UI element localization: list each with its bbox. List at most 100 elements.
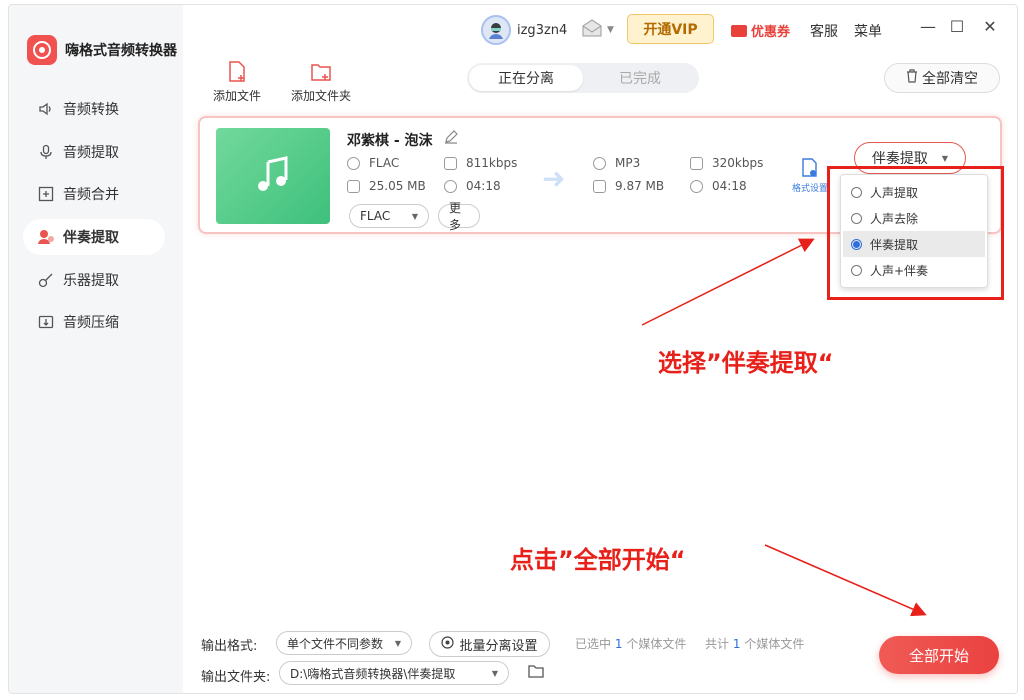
sidebar-item-label: 音频提取 [63, 144, 119, 161]
total-count: 共计 1 个媒体文件 [705, 635, 804, 652]
clock-icon [690, 179, 703, 193]
total-prefix: 共计 [705, 637, 730, 651]
add-folder-icon [311, 61, 331, 83]
add-file-icon [227, 61, 247, 83]
title-bar: izg3zn4 ▼ 开通VIP 优惠券 客服 菜单 — ☐ ✕ [183, 5, 1017, 55]
sidebar-item-audio-extract[interactable]: 音频提取 [23, 134, 165, 170]
customer-service-link[interactable]: 客服 [810, 21, 838, 41]
app-branding: 嗨格式音频转换器 [27, 35, 177, 65]
merge-icon [37, 185, 55, 203]
format-settings-button[interactable]: 格式设置 [792, 158, 828, 194]
guitar-icon [37, 271, 55, 289]
message-dropdown[interactable]: ▼ [581, 19, 614, 41]
maximize-button[interactable]: ☐ [947, 17, 967, 36]
sidebar-item-audio-merge[interactable]: 音频合并 [23, 176, 165, 212]
dst-format: MP3 [593, 156, 640, 170]
folder-open-icon[interactable] [528, 664, 544, 682]
chevron-down-icon: ▼ [411, 211, 418, 221]
edit-icon[interactable] [444, 130, 458, 148]
src-size: 25.05 MB [347, 179, 426, 193]
src-duration-value: 04:18 [466, 179, 501, 193]
dst-size: 9.87 MB [593, 179, 664, 193]
add-file-button[interactable]: 添加文件 [213, 61, 261, 104]
dst-duration: 04:18 [690, 179, 747, 193]
clear-all-label: 全部清空 [922, 71, 978, 87]
sidebar-item-label: 伴奏提取 [63, 230, 119, 247]
file-title: 邓紫棋 - 泡沫 [347, 133, 433, 149]
file-size-icon [593, 179, 606, 193]
selected-prefix: 已选中 [575, 637, 612, 651]
user-profile[interactable]: izg3zn4 [481, 15, 567, 45]
dst-format-value: MP3 [615, 156, 641, 170]
format-select-value: FLAC [360, 209, 391, 223]
tab-separating[interactable]: 正在分离 [469, 65, 583, 91]
output-format-label: 输出格式: [201, 639, 258, 654]
src-bitrate: 811kbps [444, 156, 517, 170]
sidebar-item-label: 音频合并 [63, 187, 119, 204]
format-icon [347, 156, 360, 170]
annotation-select-hint: 选择”伴奏提取“ [658, 349, 834, 377]
highlight-box [827, 166, 1004, 300]
sidebar: 嗨格式音频转换器 音频转换 音频提取 音频合并 伴奏提取 乐器提取 音频压缩 [9, 5, 183, 693]
app-logo-icon [27, 35, 57, 65]
trash-icon [906, 69, 918, 87]
accompaniment-icon [37, 228, 55, 246]
music-note-icon [253, 154, 293, 198]
chevron-down-icon: ▼ [491, 668, 498, 678]
sidebar-item-audio-convert[interactable]: 音频转换 [23, 91, 165, 127]
output-folder-select[interactable]: D:\嗨格式音频转换器\伴奏提取 ▼ [279, 661, 509, 685]
batch-settings-label: 批量分离设置 [459, 638, 538, 654]
sidebar-nav: 音频转换 音频提取 音频合并 伴奏提取 乐器提取 音频压缩 [23, 91, 165, 347]
dst-duration-value: 04:18 [712, 179, 747, 193]
file-size-icon [347, 179, 360, 193]
output-format-select[interactable]: 单个文件不同参数 ▼ [276, 631, 412, 655]
sidebar-item-label: 音频转换 [63, 102, 119, 118]
mail-icon [581, 19, 603, 41]
menu-button[interactable]: 菜单 [854, 21, 882, 41]
avatar[interactable] [481, 15, 511, 45]
sidebar-item-accompaniment-extract[interactable]: 伴奏提取 [23, 219, 165, 256]
sidebar-item-audio-compress[interactable]: 音频压缩 [23, 304, 165, 340]
minimize-button[interactable]: — [918, 17, 938, 36]
src-format-value: FLAC [369, 156, 400, 170]
selected-count-value: 1 [614, 637, 623, 651]
src-format: FLAC [347, 156, 399, 170]
annotation-start-hint: 点击”全部开始“ [510, 546, 686, 574]
chevron-down-icon: ▼ [394, 638, 401, 648]
bitrate-icon [444, 156, 457, 170]
sidebar-item-instrument-extract[interactable]: 乐器提取 [23, 262, 165, 298]
tab-completed[interactable]: 已完成 [583, 65, 697, 91]
src-duration: 04:18 [444, 179, 501, 193]
format-select[interactable]: FLAC ▼ [349, 204, 429, 228]
format-settings-label: 格式设置 [792, 184, 829, 194]
vip-button[interactable]: 开通VIP [627, 14, 714, 44]
settings-file-icon [801, 158, 819, 181]
src-size-value: 25.05 MB [369, 179, 426, 193]
coupon-link[interactable]: 优惠券 [731, 21, 790, 40]
compress-icon [37, 313, 55, 331]
status-tabs: 正在分离 已完成 [467, 63, 699, 93]
more-button[interactable]: 更多 [438, 201, 480, 232]
total-count-value: 1 [732, 637, 741, 651]
dst-bitrate-value: 320kbps [712, 156, 764, 170]
dst-size-value: 9.87 MB [615, 179, 665, 193]
output-folder-value: D:\嗨格式音频转换器\伴奏提取 [290, 666, 456, 681]
add-folder-label: 添加文件夹 [291, 89, 352, 103]
close-button[interactable]: ✕ [980, 17, 1000, 36]
clear-all-button[interactable]: 全部清空 [884, 63, 1000, 93]
app-window: 嗨格式音频转换器 音频转换 音频提取 音频合并 伴奏提取 乐器提取 音频压缩 i… [8, 4, 1018, 694]
audio-thumbnail [216, 128, 330, 224]
output-format-value: 单个文件不同参数 [287, 636, 384, 651]
start-all-button[interactable]: 全部开始 [879, 636, 999, 674]
add-folder-button[interactable]: 添加文件夹 [291, 61, 351, 104]
format-icon [593, 156, 606, 170]
batch-separation-settings-button[interactable]: 批量分离设置 [429, 631, 550, 657]
total-suffix: 个媒体文件 [744, 637, 805, 651]
src-bitrate-value: 811kbps [466, 156, 518, 170]
chevron-down-icon: ▼ [607, 25, 614, 35]
clock-icon [444, 179, 457, 193]
add-file-label: 添加文件 [213, 89, 262, 103]
gear-icon [441, 635, 455, 653]
sidebar-item-label: 乐器提取 [63, 272, 119, 289]
selected-suffix: 个媒体文件 [626, 637, 687, 651]
